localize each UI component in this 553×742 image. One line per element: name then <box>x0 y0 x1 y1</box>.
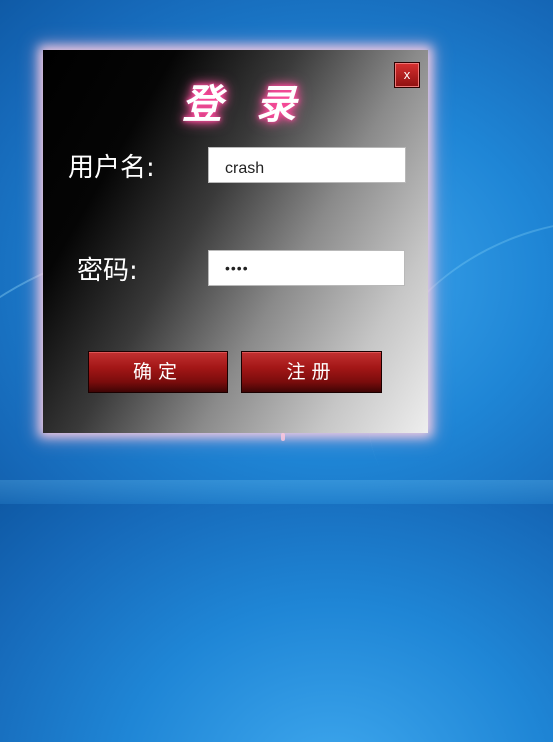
desktop-bottom-band <box>0 480 553 504</box>
password-label: 密码: <box>77 256 138 286</box>
password-field[interactable]: •••• <box>208 250 405 286</box>
dialog-title: 登 录 <box>182 82 306 128</box>
confirm-button[interactable]: 确定 <box>88 351 228 393</box>
username-field[interactable]: crash <box>208 147 406 183</box>
register-button[interactable]: 注册 <box>241 351 382 393</box>
close-button[interactable]: x <box>394 62 420 88</box>
username-label: 用户名: <box>68 153 155 183</box>
dialog-bottom-mark <box>281 433 285 441</box>
